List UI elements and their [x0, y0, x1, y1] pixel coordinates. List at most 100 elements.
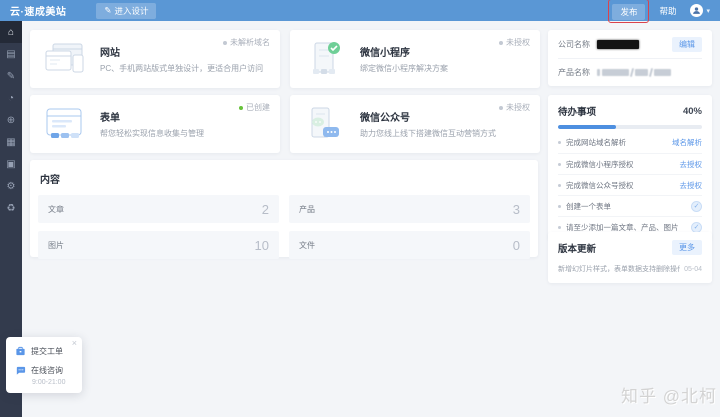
sidebar-item-modules[interactable]: ▦ [0, 131, 22, 153]
version-note: 新增幻灯片样式，表单数据支持删除操作 [558, 266, 681, 273]
wechat-official-icon [302, 104, 348, 144]
status-badge: 未解析域名 [223, 37, 270, 48]
company-name-row: 公司名称 编辑 [558, 30, 702, 58]
product-name-label: 产品名称 [558, 68, 590, 77]
status-dot-icon [239, 105, 243, 110]
card-desc: 助力您线上线下搭建微信互动营销方式 [360, 129, 496, 138]
domain-icon: ⊕ [6, 114, 16, 126]
status-label: 未解析域名 [230, 38, 270, 47]
enter-design-button[interactable]: ✎ 进入设计 [96, 2, 157, 19]
modules-icon: ▦ [6, 136, 16, 148]
card-miniprogram[interactable]: 微信小程序 绑定微信小程序解决方案 未授权 [290, 30, 540, 88]
topbar: 云·速成美站 ✎ 进入设计 发布 帮助 ▾ [0, 0, 720, 23]
user-menu[interactable]: ▾ [690, 4, 710, 17]
card-text: 表单 帮您轻松实现信息收集与管理 [100, 109, 204, 139]
more-button[interactable]: 更多 [672, 240, 702, 255]
sidebar-item-domain[interactable]: ⊕ [0, 109, 22, 131]
version-title: 版本更新 [558, 243, 597, 255]
status-badge: 未授权 [499, 37, 530, 48]
edit-button[interactable]: 编辑 [672, 36, 702, 52]
submit-ticket-button[interactable]: 提交工单 [15, 346, 73, 357]
stat-value: 10 [254, 237, 269, 253]
todo-header: 待办事项 40% [558, 104, 702, 119]
submit-ticket-label: 提交工单 [31, 347, 63, 356]
sidebar-item-mall[interactable]: ▣ [0, 153, 22, 175]
version-card: 版本更新 更多 新增幻灯片样式，表单数据支持删除操作 05-04 [548, 232, 712, 283]
stat-products[interactable]: 产品 3 [289, 195, 530, 223]
todo-action-link[interactable]: 域名解析 [672, 137, 702, 148]
online-chat-button[interactable]: 在线咨询 [15, 365, 73, 376]
todo-action-link[interactable]: 去授权 [680, 180, 703, 191]
product-row-2: 表单 帮您轻松实现信息收集与管理 已创建 微信公众号 助力您线上线下搭建微信互动… [30, 95, 540, 153]
todo-card: 待办事项 40% 完成网站域名解析 域名解析 完成微信小程序授权 去授权 完成微… [548, 95, 712, 240]
version-header: 版本更新 更多 [558, 240, 702, 255]
card-wechat-official[interactable]: 微信公众号 助力您线上线下搭建微信互动营销方式 未授权 [290, 95, 540, 153]
stat-label: 图片 [48, 240, 64, 250]
sidebar-item-home[interactable]: ⌂ [0, 21, 22, 43]
card-website[interactable]: 网站 PC、手机两站版式单独设计，更适合用户访问 未解析域名 [30, 30, 280, 88]
support-widget: × 提交工单 在线咨询 9:00-21:00 [6, 337, 82, 393]
status-label: 未授权 [506, 38, 530, 47]
todo-item-miniprogram: 完成微信小程序授权 去授权 [558, 153, 702, 174]
enter-design-label: 进入设计 [114, 5, 149, 16]
website-icon [42, 39, 88, 79]
bullet-icon [558, 204, 561, 208]
check-circle-icon: ✓ [691, 200, 702, 212]
support-hours: 9:00-21:00 [32, 379, 66, 386]
app-logo: 云·速成美站 [10, 7, 67, 18]
stat-label: 产品 [299, 204, 315, 214]
todo-item-domain: 完成网站域名解析 域名解析 [558, 132, 702, 153]
bullet-icon [558, 141, 561, 144]
todo-text: 完成网站域名解析 [566, 138, 626, 147]
status-dot-icon [499, 40, 503, 45]
todo-item-official-account: 完成微信公众号授权 去授权 [558, 174, 702, 195]
stat-files[interactable]: 文件 0 [289, 231, 530, 259]
todo-text: 请至少添加一篇文章、产品、图片 [566, 222, 679, 232]
sidebar-item-settings[interactable]: ⚙ [0, 175, 22, 197]
product-row-1: 网站 PC、手机两站版式单独设计，更适合用户访问 未解析域名 微信小程序 绑定微… [30, 30, 540, 88]
version-row[interactable]: 新增幻灯片样式，表单数据支持删除操作 05-04 [558, 264, 702, 274]
stats-grid: 文章 2 产品 3 图片 10 文件 0 [38, 195, 530, 259]
stat-articles[interactable]: 文章 2 [38, 195, 279, 223]
bullet-icon [558, 225, 561, 229]
sidebar-item-recycle[interactable]: ♻ [0, 197, 22, 219]
status-dot-icon [223, 40, 227, 45]
todo-item-create-form: 创建一个表单 ✓ [558, 195, 702, 216]
sidebar-item-design[interactable]: ✎ [0, 65, 22, 87]
stat-images[interactable]: 图片 10 [38, 231, 279, 259]
close-icon[interactable]: × [72, 339, 77, 348]
card-title: 微信公众号 [360, 113, 410, 124]
publish-button-wrap: 发布 [608, 0, 650, 23]
status-dot-icon [499, 105, 503, 110]
card-form[interactable]: 表单 帮您轻松实现信息收集与管理 已创建 [30, 95, 280, 153]
watermark-text: 知乎 @北柯 [621, 387, 717, 406]
content-title: 内容 [40, 175, 60, 186]
todo-text: 完成微信小程序授权 [566, 159, 634, 169]
status-label: 未授权 [506, 103, 530, 112]
help-link[interactable]: 帮助 [659, 5, 676, 17]
version-date: 05-04 [684, 265, 702, 273]
todo-title: 待办事项 [558, 107, 597, 118]
status-badge: 未授权 [499, 102, 530, 113]
mall-icon: ▣ [6, 158, 16, 170]
card-desc: 绑定微信小程序解决方案 [360, 64, 448, 73]
company-name-label: 公司名称 [558, 39, 590, 49]
chevron-down-icon: ▾ [706, 7, 710, 15]
publish-button[interactable]: 发布 [612, 3, 646, 20]
settings-icon: ⚙ [6, 180, 16, 192]
todo-text: 创建一个表单 [566, 201, 611, 211]
sidebar-item-pages[interactable]: ▤ [0, 43, 22, 65]
sidebar-item-history[interactable]: ◔ [0, 87, 22, 109]
stat-value: 0 [512, 237, 520, 253]
product-name-row: 产品名称 [558, 58, 702, 86]
form-icon [42, 104, 88, 144]
ticket-icon [16, 346, 25, 356]
todo-action-link[interactable]: 去授权 [680, 159, 703, 170]
todo-list: 完成网站域名解析 域名解析 完成微信小程序授权 去授权 完成微信公众号授权 去授… [558, 132, 702, 237]
status-label: 已创建 [246, 103, 270, 112]
redacted-product-name [597, 67, 671, 78]
history-icon: ◔ [7, 92, 15, 104]
redacted-company-name [597, 39, 639, 49]
miniprogram-icon [302, 39, 348, 79]
design-icon: ✎ [6, 70, 16, 82]
